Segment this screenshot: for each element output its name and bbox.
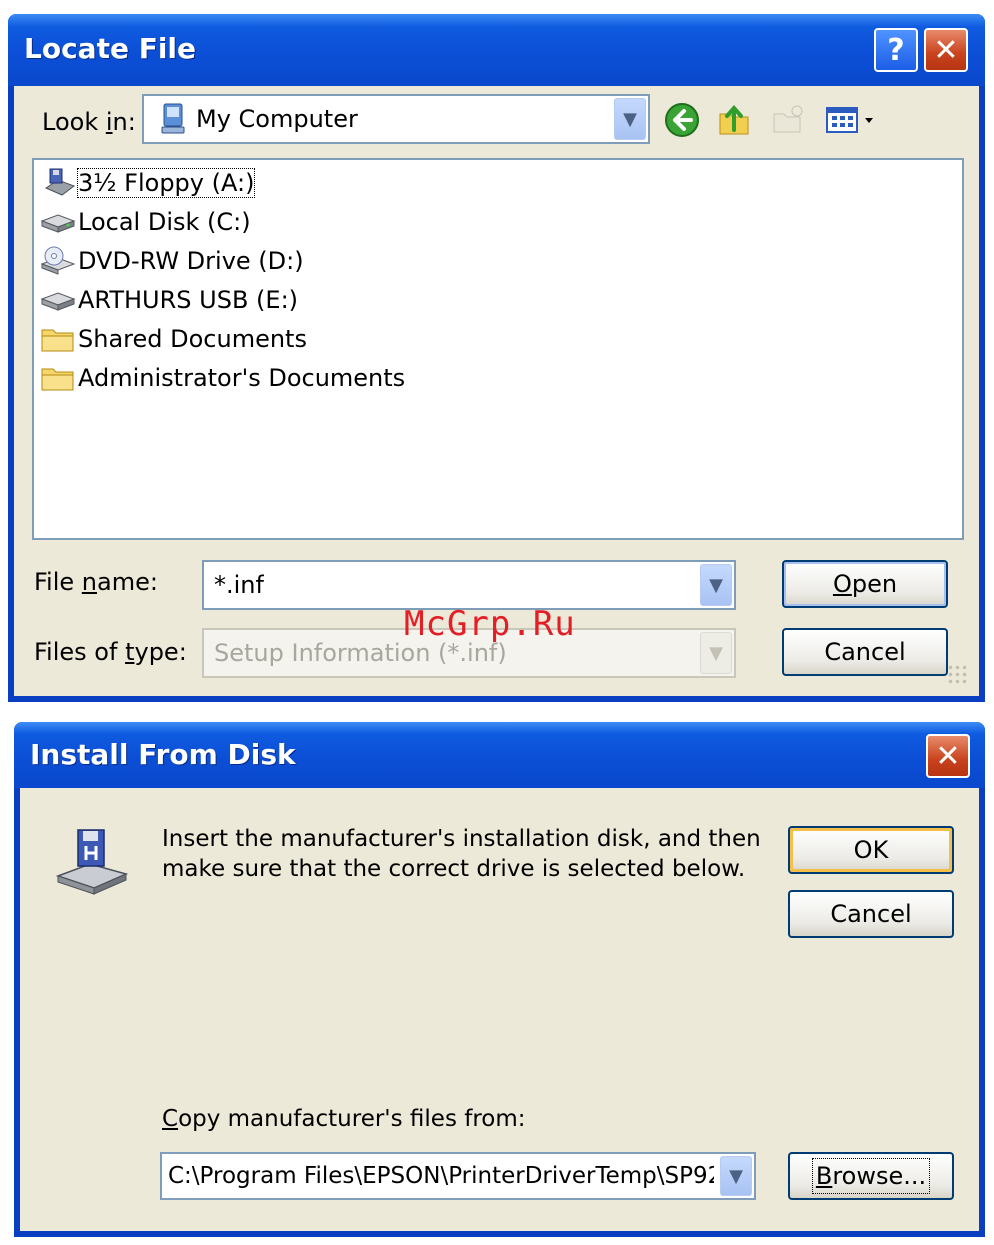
browse-button[interactable]: Browse... xyxy=(788,1152,954,1200)
list-item-label: DVD-RW Drive (D:) xyxy=(78,247,304,275)
back-arrow-icon xyxy=(665,103,699,137)
open-button[interactable]: Open xyxy=(782,560,948,608)
close-icon: ✕ xyxy=(935,738,961,774)
up-one-level-button[interactable] xyxy=(714,100,754,140)
file-name-dropdown-button[interactable]: ▼ xyxy=(700,564,732,606)
list-item-label: ARTHURS USB (E:) xyxy=(78,286,299,314)
list-item[interactable]: 3½ Floppy (A:) xyxy=(40,166,256,200)
chevron-down-icon: ▼ xyxy=(709,574,723,596)
install-client: Insert the manufacturer's installation d… xyxy=(20,788,979,1231)
files-of-type-label: Files of type: xyxy=(34,638,187,666)
ok-button[interactable]: OK xyxy=(788,826,954,874)
close-button[interactable]: ✕ xyxy=(924,28,968,72)
file-list[interactable]: 3½ Floppy (A:) Local Disk (C:) DVD-RW Dr… xyxy=(32,158,964,540)
list-item[interactable]: Local Disk (C:) xyxy=(40,205,251,239)
list-item-label: Administrator's Documents xyxy=(78,364,406,392)
locate-file-titlebar[interactable]: Locate File ? ✕ xyxy=(8,14,985,86)
list-item[interactable]: Shared Documents xyxy=(40,322,307,356)
list-item[interactable]: Administrator's Documents xyxy=(40,361,405,395)
close-button[interactable]: ✕ xyxy=(926,734,970,778)
dvd-drive-icon xyxy=(40,246,76,275)
chevron-down-icon: ▼ xyxy=(709,642,723,664)
copy-from-dropdown-button[interactable]: ▼ xyxy=(720,1156,752,1196)
instruction-line-2: make sure that the correct drive is sele… xyxy=(162,856,746,882)
question-mark-icon: ? xyxy=(887,32,905,68)
new-folder-icon xyxy=(773,105,803,133)
resize-grip[interactable] xyxy=(947,664,969,686)
copy-from-combo[interactable]: C:\Program Files\EPSON\PrinterDriverTemp… xyxy=(160,1152,756,1200)
files-of-type-dropdown-button: ▼ xyxy=(700,632,732,674)
look-in-value: My Computer xyxy=(196,105,358,133)
locate-file-dialog: Locate File ? ✕ Look in: My Computer ▼ 3… xyxy=(8,14,985,702)
watermark-text: McGrp.Ru xyxy=(404,604,576,644)
hard-disk-icon xyxy=(40,214,76,233)
chevron-down-icon: ▼ xyxy=(729,1165,743,1187)
help-button[interactable]: ? xyxy=(874,28,918,72)
up-folder-icon xyxy=(719,104,749,135)
instruction-line-1: Insert the manufacturer's installation d… xyxy=(162,826,761,852)
back-button[interactable] xyxy=(662,100,702,140)
floppy-drive-icon xyxy=(44,168,76,196)
view-menu-icon xyxy=(826,107,873,133)
list-item-label: Shared Documents xyxy=(78,325,307,353)
list-item-label: Local Disk (C:) xyxy=(78,208,251,236)
copy-from-path[interactable]: C:\Program Files\EPSON\PrinterDriverTemp… xyxy=(168,1163,714,1189)
list-item[interactable]: DVD-RW Drive (D:) xyxy=(40,244,304,278)
look-in-combo[interactable]: My Computer ▼ xyxy=(142,94,650,144)
look-in-label: Look in: xyxy=(42,108,136,136)
file-name-label: File name: xyxy=(34,568,158,596)
look-in-dropdown-button[interactable]: ▼ xyxy=(614,98,646,140)
list-item[interactable]: ARTHURS USB (E:) xyxy=(40,283,298,317)
file-name-combo[interactable]: *.inf ▼ xyxy=(202,560,736,610)
cancel-button[interactable]: Cancel xyxy=(788,890,954,938)
chevron-down-icon: ▼ xyxy=(623,108,637,130)
install-titlebar[interactable]: Install From Disk ✕ xyxy=(14,722,985,788)
folder-icon xyxy=(41,329,74,352)
cancel-button[interactable]: Cancel xyxy=(782,628,948,676)
locate-file-title: Locate File xyxy=(24,32,197,65)
my-computer-icon xyxy=(161,103,185,134)
file-name-input[interactable]: *.inf xyxy=(214,571,264,599)
usb-drive-icon xyxy=(40,292,76,311)
copy-from-label: Copy manufacturer's files from: xyxy=(162,1106,526,1132)
install-disk-icon xyxy=(55,829,129,895)
new-folder-button xyxy=(768,100,808,140)
install-from-disk-dialog: Install From Disk ✕ Insert the manufactu… xyxy=(14,722,985,1237)
folder-icon xyxy=(41,368,74,391)
view-menu-button[interactable] xyxy=(822,100,880,140)
install-title: Install From Disk xyxy=(30,738,296,771)
close-icon: ✕ xyxy=(933,32,959,68)
list-item-label: 3½ Floppy (A:) xyxy=(76,168,256,198)
